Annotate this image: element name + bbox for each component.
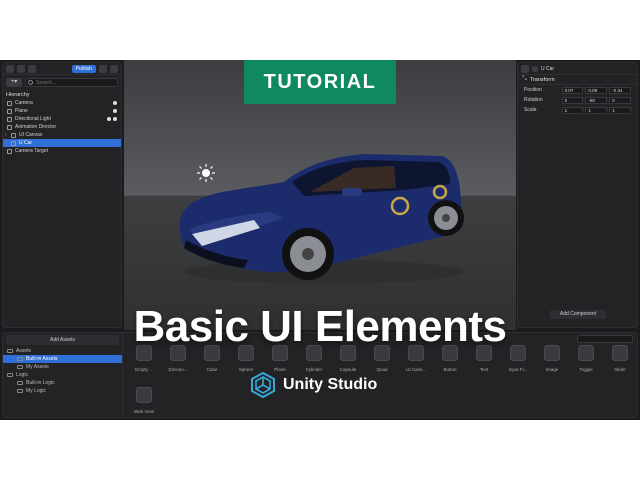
visibility-icon[interactable] xyxy=(113,117,117,121)
my-assets-folder[interactable]: My Assets xyxy=(3,363,122,371)
hierarchy-item-ui-canvas[interactable]: › UI Canvas xyxy=(3,131,121,139)
hierarchy-search-row: +▾ Search... xyxy=(3,75,121,89)
publish-button[interactable]: Publish xyxy=(71,64,96,73)
layout-icon[interactable] xyxy=(6,64,14,73)
folder-icon xyxy=(17,381,23,385)
folder-icon xyxy=(17,357,23,361)
light-icon xyxy=(7,116,12,122)
scale-z-field[interactable]: 1 xyxy=(609,106,631,114)
hierarchy-item-u-car[interactable]: › U Car xyxy=(3,139,121,147)
director-icon xyxy=(7,124,12,130)
asset-tile-label: Toggle xyxy=(579,367,593,372)
position-z-field[interactable]: -0.31 xyxy=(609,86,631,94)
transform-section-header[interactable]: ⤡ Transform xyxy=(518,75,637,85)
hierarchy-search-input[interactable]: Search... xyxy=(25,77,118,87)
logic-folder[interactable]: Logic xyxy=(3,371,122,379)
hierarchy-panel: Publish +▾ Search... Hierarchy Camera Pl… xyxy=(2,62,122,328)
rotation-z-field[interactable]: 0 xyxy=(609,96,631,104)
add-object-button[interactable]: +▾ xyxy=(6,77,22,87)
folder-icon xyxy=(7,373,13,377)
hierarchy-item-animation-director[interactable]: Animation Director xyxy=(3,123,121,131)
folder-icon xyxy=(17,365,23,369)
editor-window: Publish +▾ Search... Hierarchy Camera Pl… xyxy=(0,60,640,420)
settings-icon[interactable] xyxy=(99,64,107,73)
play-icon[interactable] xyxy=(110,64,118,73)
asset-tile[interactable]: Web View xyxy=(127,387,161,417)
unity-cube-icon xyxy=(251,372,275,398)
asset-tile-label: Web View xyxy=(133,409,155,414)
asset-tiles: Empty ... Directio... Cube Sphere Plane Cylin… xyxy=(127,345,637,415)
lock-icon[interactable] xyxy=(107,117,111,121)
camera-icon xyxy=(7,100,12,106)
visibility-icon[interactable] xyxy=(113,109,117,113)
rotation-row: Rotation 0 -90 0 xyxy=(518,95,637,105)
globe-icon xyxy=(136,387,152,403)
asset-tile-label: Cube xyxy=(206,367,218,372)
scale-y-field[interactable]: 1 xyxy=(585,106,608,114)
rotation-x-field[interactable]: 0 xyxy=(561,96,584,104)
cube-icon xyxy=(521,64,529,73)
built-in-logic-folder[interactable]: Built-in Logic xyxy=(3,379,122,387)
scale-x-field[interactable]: 1 xyxy=(561,106,584,114)
asset-tile-label: Directio... xyxy=(168,367,188,372)
position-y-field[interactable]: 0.09 xyxy=(585,86,608,94)
tutorial-badge: TUTORIAL xyxy=(244,60,396,104)
redo-icon[interactable] xyxy=(28,64,36,73)
asset-tile-label: Slider xyxy=(614,367,626,372)
hierarchy-item-camera[interactable]: Camera xyxy=(3,99,121,107)
hierarchy-title: Hierarchy xyxy=(6,92,30,98)
object-name[interactable]: U Car xyxy=(541,66,554,72)
canvas-icon xyxy=(11,132,16,138)
transform-icon: ⤡ xyxy=(522,76,527,82)
search-icon xyxy=(28,79,33,85)
hierarchy-item-plane[interactable]: Plane xyxy=(3,107,121,115)
asset-tile-label: Text xyxy=(479,367,489,372)
chevron-right-icon[interactable]: › xyxy=(5,140,10,146)
hierarchy-toolbar: Publish xyxy=(3,63,121,75)
hierarchy-item-directional-light[interactable]: Directional Light xyxy=(3,115,121,123)
position-row: Position 0.07 0.09 -0.31 xyxy=(518,85,637,95)
object-icon xyxy=(11,140,16,146)
video-title: Basic UI Elements xyxy=(133,302,508,351)
asset-tile-label: Empty ... xyxy=(135,367,153,372)
visibility-icon[interactable] xyxy=(113,101,117,105)
my-logic-folder[interactable]: My Logic xyxy=(3,387,122,395)
scale-row: Scale 1 1 1 xyxy=(518,105,637,115)
inspector-panel: U Car ⤡ Transform Position 0.07 0.09 -0.… xyxy=(517,62,638,328)
position-x-field[interactable]: 0.07 xyxy=(561,86,584,94)
brand-logo: Unity Studio xyxy=(251,370,377,400)
folder-icon xyxy=(17,389,23,393)
asset-tile-label: Image xyxy=(545,367,559,372)
inspector-header: U Car xyxy=(518,63,637,75)
rotation-y-field[interactable]: -90 xyxy=(585,96,608,104)
plane-icon xyxy=(7,108,12,114)
asset-tile-label: Input Fi... xyxy=(508,367,528,372)
undo-icon[interactable] xyxy=(17,64,25,73)
asset-tile-label: Button xyxy=(443,367,457,372)
active-checkbox[interactable] xyxy=(532,65,538,72)
hierarchy-item-camera-target[interactable]: Camera Target xyxy=(3,147,121,155)
hierarchy-list: Camera Plane Directional Light Animation… xyxy=(3,99,121,155)
built-in-assets-folder[interactable]: Built-in Assets xyxy=(3,355,122,363)
car-model[interactable] xyxy=(174,148,474,288)
chevron-right-icon[interactable]: › xyxy=(5,132,10,138)
asset-tile-label: UI Canv... xyxy=(406,367,426,372)
brand-name: Unity Studio xyxy=(283,376,378,393)
target-icon xyxy=(7,148,12,154)
